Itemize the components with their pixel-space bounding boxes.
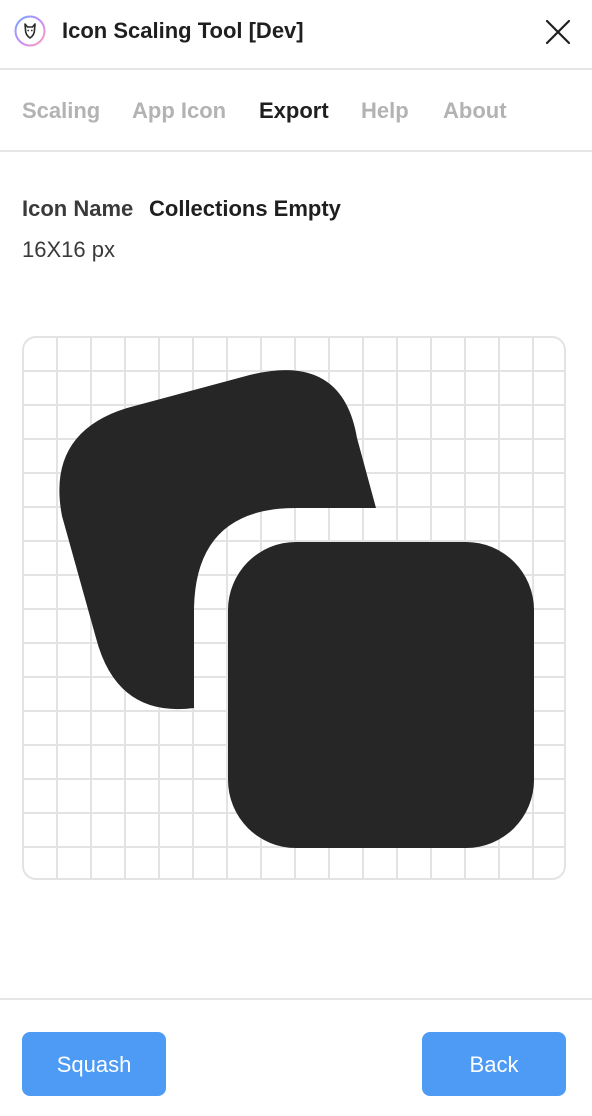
tab-scaling[interactable]: Scaling [22,96,100,126]
title-bar: Icon Scaling Tool [Dev] [0,0,592,70]
squash-button[interactable]: Squash [22,1032,166,1096]
collections-empty-icon [59,370,534,848]
footer-divider [0,998,592,1000]
tab-bar: Scaling App Icon Export Help About [0,70,592,152]
tab-help[interactable]: Help [361,96,409,126]
tab-about[interactable]: About [443,96,507,126]
icon-preview-grid [22,336,566,880]
back-button[interactable]: Back [422,1032,566,1096]
plugin-logo-icon [14,15,46,47]
tab-export[interactable]: Export [259,96,329,126]
close-icon[interactable] [540,14,576,50]
plugin-window: Icon Scaling Tool [Dev] Scaling App Icon… [0,0,592,1116]
window-title: Icon Scaling Tool [Dev] [62,18,304,43]
icon-size-text: 16X16 px [22,237,115,262]
icon-name-label: Icon Name [22,196,134,221]
icon-name-value: Collections Empty [149,196,341,221]
tab-app-icon[interactable]: App Icon [132,96,226,126]
